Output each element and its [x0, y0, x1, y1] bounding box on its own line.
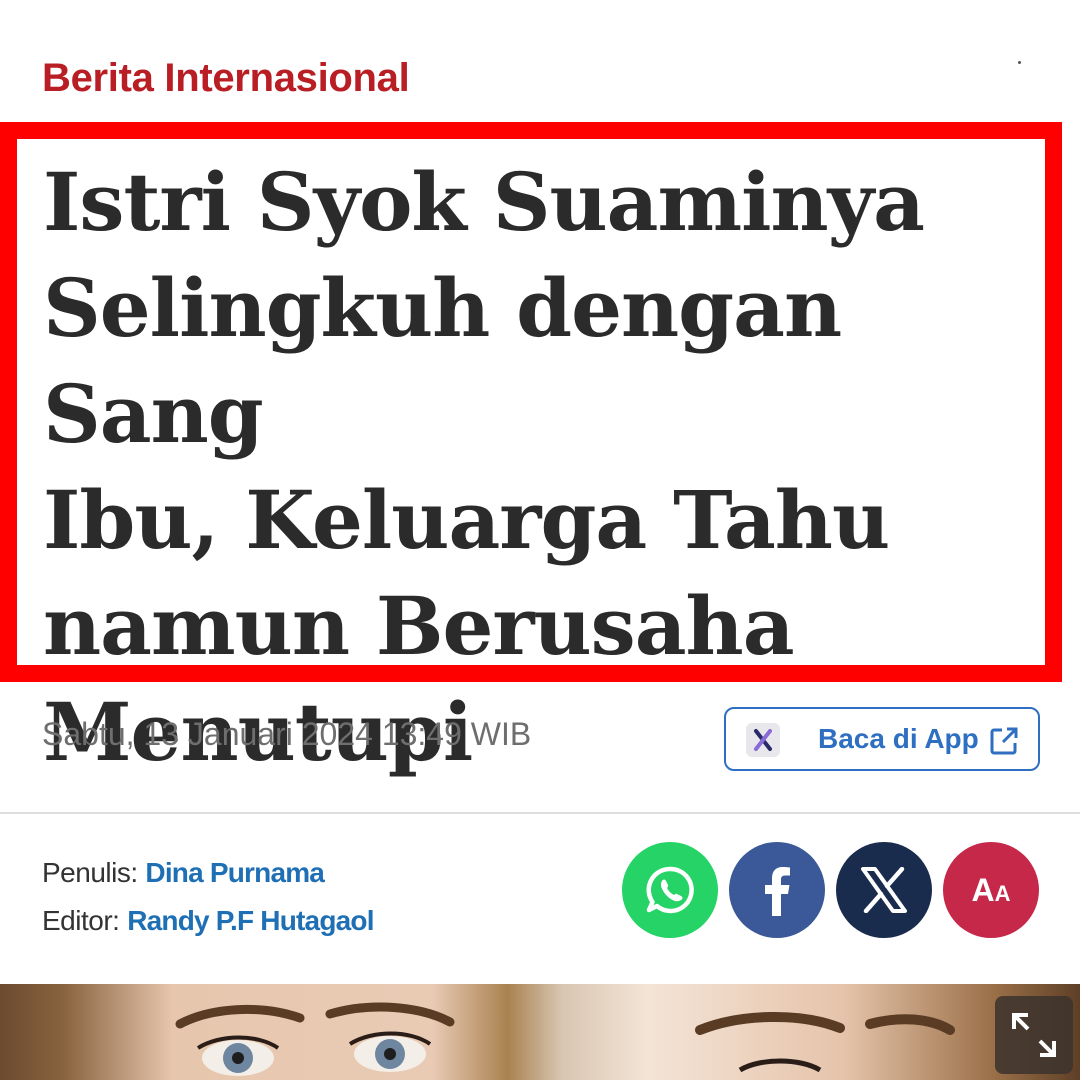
writer-byline: Penulis: Dina Purnama: [42, 857, 325, 889]
writer-name-link[interactable]: Dina Purnama: [145, 857, 324, 888]
headline-highlight-box: Istri Syok Suaminya Selingkuh dengan San…: [0, 122, 1062, 779]
share-whatsapp-button[interactable]: [622, 842, 718, 938]
facebook-icon: [765, 867, 790, 916]
headline-line: namun Berusaha: [43, 579, 795, 673]
external-link-icon: [990, 727, 1018, 755]
x-app-logo-icon: [746, 723, 780, 757]
section-divider: [0, 812, 1080, 814]
share-facebook-button[interactable]: [729, 842, 825, 938]
menu-dot-icon: [1018, 61, 1021, 64]
publish-date: Sabtu, 13 Januari 2024 13:49 WIB: [42, 716, 532, 752]
read-in-app-button[interactable]: Baca di App: [724, 707, 1040, 771]
whatsapp-icon: [646, 866, 694, 914]
article-photo[interactable]: [0, 984, 1080, 1080]
writer-label: Penulis:: [42, 857, 138, 888]
headline-line: Ibu, Keluarga Tahu: [43, 473, 890, 567]
share-x-button[interactable]: [836, 842, 932, 938]
read-in-app-label: Baca di App: [818, 723, 979, 754]
editor-label: Editor:: [42, 905, 120, 936]
expand-image-button[interactable]: [995, 996, 1073, 1074]
editor-byline: Editor: Randy P.F Hutagaol: [42, 905, 374, 937]
editor-name-link[interactable]: Randy P.F Hutagaol: [127, 905, 374, 936]
headline-line: Selingkuh dengan Sang: [43, 261, 842, 461]
photo-faces: [175, 1002, 955, 1076]
category-label[interactable]: Berita Internasional: [42, 56, 410, 101]
font-size-button[interactable]: AA: [943, 842, 1039, 938]
x-icon: [861, 867, 907, 913]
font-size-icon: AA: [971, 871, 1011, 908]
article-headline: Istri Syok Suaminya Selingkuh dengan San…: [43, 149, 1053, 785]
headline-line: Istri Syok Suaminya: [43, 155, 925, 249]
expand-icon: [1012, 1013, 1056, 1057]
